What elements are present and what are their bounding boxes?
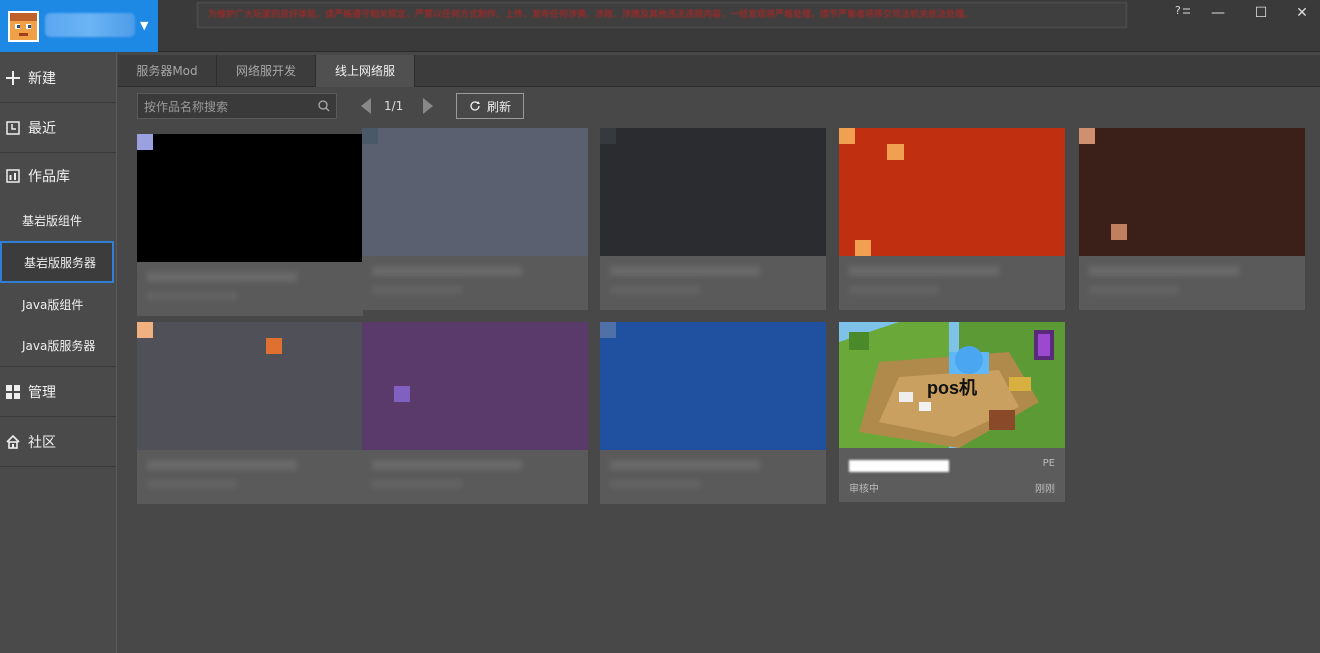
server-card-status-blurred [372,286,462,294]
server-card-name-blurred [372,460,522,470]
server-thumbnail [362,322,588,450]
svg-text:?: ? [1175,4,1181,17]
server-thumbnail [839,128,1065,256]
sidebar-subitem-java-addon[interactable]: Java版组件 [0,283,116,325]
grid-icon [4,383,22,401]
refresh-label: 刷新 [486,99,511,114]
server-card[interactable] [600,128,826,310]
refresh-icon [470,101,480,111]
sidebar: 新建 最近 作品库 基岩版组件 基岩版服务器 Java版组件 Java版服务器 … [0,53,117,653]
sidebar-item-label: 新建 [28,70,56,87]
server-card-name-blurred [372,266,522,276]
server-card[interactable] [839,128,1065,310]
server-card[interactable] [1079,128,1305,310]
server-card-name-blurred [147,272,297,282]
server-thumbnail [1079,128,1305,256]
plus-icon [4,69,22,87]
server-card-name-blurred [1089,266,1239,276]
minimize-button[interactable]: — [1198,2,1238,24]
tab-bar: 服务器Mod 网络服开发 线上网络服 [118,55,1320,87]
server-card-name-blurred [849,266,999,276]
server-thumbnail [600,322,826,450]
server-card[interactable]: pos机 PE 审核中 刚刚 [839,322,1065,502]
sidebar-subitem-java-server[interactable]: Java版服务器 [0,325,116,367]
status-badge: 审核中 [849,484,879,495]
clock-icon [4,119,22,137]
tab-online-network[interactable]: 线上网络服 [316,55,415,87]
sidebar-item-label: 社区 [28,434,56,451]
server-card[interactable] [362,128,588,310]
sidebar-item-recent[interactable]: 最近 [0,103,116,153]
chevron-down-icon[interactable]: ▼ [140,19,148,32]
server-card-name-blurred [610,460,760,470]
server-card[interactable] [137,322,363,504]
sidebar-item-label: 管理 [28,384,56,401]
help-icon[interactable]: ? [1163,2,1203,24]
search-icon[interactable] [318,100,330,112]
server-card-status-blurred [849,286,939,294]
server-card[interactable] [137,134,363,316]
timestamp: 刚刚 [1035,484,1055,495]
server-card-status-blurred [147,480,237,488]
server-thumbnail [600,128,826,256]
server-card-status-blurred [1089,286,1179,294]
server-card-title: pos机 [926,378,977,398]
server-card-status-blurred [147,292,237,300]
sidebar-item-new[interactable]: 新建 [0,53,116,103]
sidebar-item-label: 作品库 [28,169,70,185]
account-switcher[interactable]: ▼ [0,0,158,52]
server-card-name-blurred [610,266,760,276]
sidebar-item-label: 最近 [28,120,56,137]
server-card-name-blurred [849,460,949,472]
server-thumbnail [137,322,363,450]
library-icon [4,167,22,185]
search-box [137,93,337,119]
avatar [8,11,39,42]
page-indicator: 1/1 [384,99,404,113]
platform-tag: PE [1042,458,1055,469]
server-thumbnail [137,134,363,262]
chevron-left-icon[interactable] [359,97,373,115]
tab-network-dev[interactable]: 网络服开发 [217,55,316,87]
server-card-status-blurred [372,480,462,488]
server-card[interactable] [600,322,826,504]
sidebar-item-library[interactable]: 作品库 [0,153,116,199]
refresh-button[interactable]: 刷新 [456,93,524,119]
sidebar-item-manage[interactable]: 管理 [0,367,116,417]
close-button[interactable]: ✕ [1282,2,1320,24]
server-card-name-blurred [147,460,297,470]
server-thumbnail: pos机 [839,322,1065,448]
search-input[interactable] [144,98,314,116]
sidebar-subitem-bedrock-addon[interactable]: 基岩版组件 [0,199,116,241]
title-bar: ▼ 为维护广大玩家的良好体验，请严格遵守相关规定，严禁以任何方式制作、上传、发布… [0,0,1320,52]
home-icon [4,433,22,451]
tab-server-mod[interactable]: 服务器Mod [118,55,217,87]
server-card-status-blurred [610,286,700,294]
chevron-right-icon[interactable] [421,97,435,115]
maximize-button[interactable]: ☐ [1241,2,1281,24]
notice-banner: 为维护广大玩家的良好体验，请严格遵守相关规定，严禁以任何方式制作、上传、发布任何… [197,2,1127,28]
server-card[interactable] [362,322,588,504]
server-thumbnail [362,128,588,256]
username-blurred [45,13,135,37]
server-card-status-blurred [610,480,700,488]
sidebar-item-community[interactable]: 社区 [0,417,116,467]
sidebar-subitem-bedrock-server[interactable]: 基岩版服务器 [0,241,114,283]
